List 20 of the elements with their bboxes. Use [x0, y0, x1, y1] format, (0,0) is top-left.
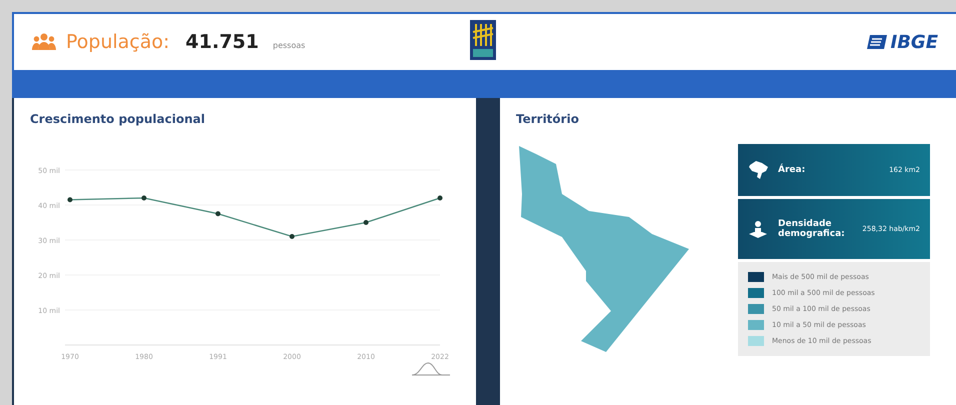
- population-unit: pessoas: [272, 40, 306, 50]
- data-point: [142, 196, 146, 200]
- brand-name: IBGE: [890, 32, 938, 52]
- data-point: [216, 211, 220, 216]
- country-map-icon: [748, 161, 768, 179]
- people-icon: [32, 33, 56, 51]
- census-logo-icon: [470, 20, 496, 60]
- population-value: 41.751: [186, 31, 259, 53]
- person-on-pin-icon: [748, 220, 768, 238]
- population-label: População:: [66, 31, 170, 53]
- data-point: [438, 196, 442, 200]
- stat-label: Área:: [778, 165, 806, 175]
- card-title: Território: [516, 112, 580, 126]
- data-point: [68, 197, 72, 202]
- data-point: [364, 220, 368, 225]
- zoom-reset-icon[interactable]: [412, 362, 450, 376]
- data-point: [290, 234, 294, 239]
- ibge-logo-icon: [866, 35, 886, 49]
- stat-label: Densidade demografica:: [778, 219, 846, 239]
- card-title: Crescimento populacional: [30, 112, 206, 126]
